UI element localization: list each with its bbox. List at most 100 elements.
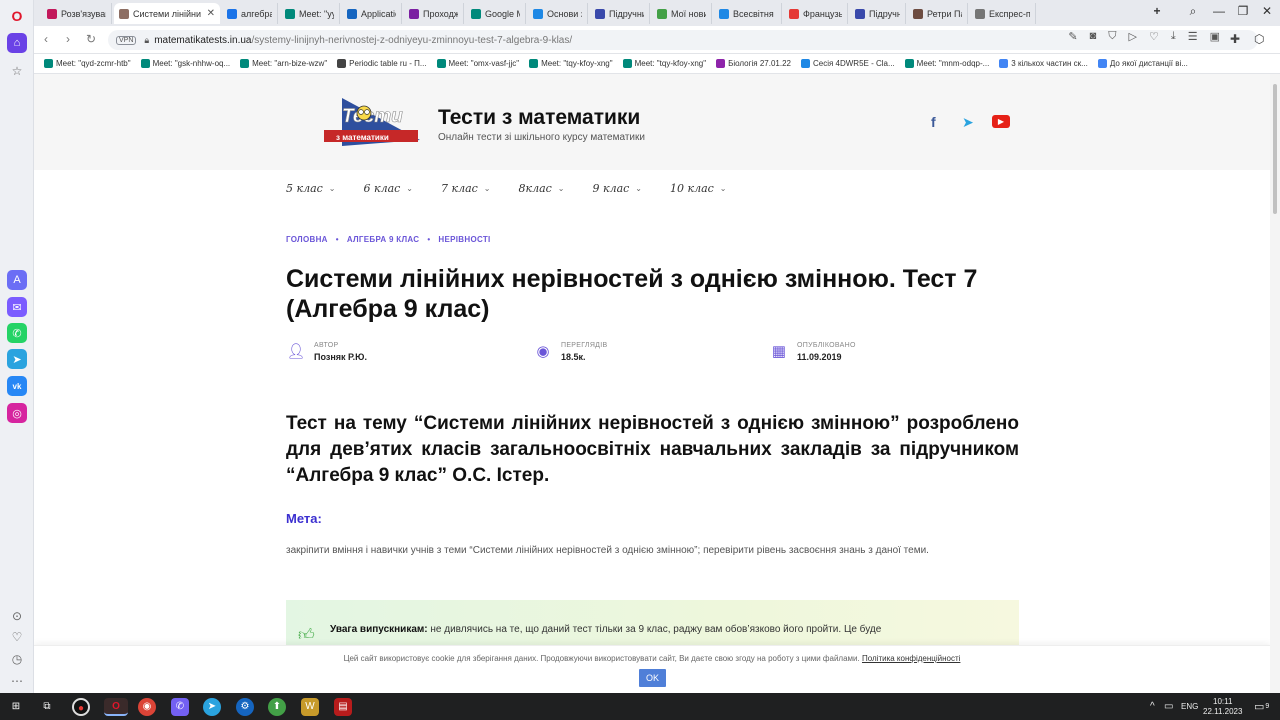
tab[interactable]: Ретри Пал Рі	[908, 3, 968, 24]
bookmark-item[interactable]: Сесія 4DWR5E - Cla...	[800, 59, 895, 68]
tab[interactable]: Application e	[342, 3, 402, 24]
upload-app-icon[interactable]: ⬆	[268, 698, 286, 716]
tab[interactable]: Основи здор	[528, 3, 588, 24]
shield-icon[interactable]: ⛉	[1108, 30, 1116, 43]
lock-icon[interactable]: 🔒︎	[144, 35, 149, 46]
tab-close-icon[interactable]: ✕	[207, 8, 215, 19]
whatsapp-icon[interactable]: ✆	[7, 323, 27, 343]
app-taskbar-icon[interactable]: ⚙	[236, 698, 254, 716]
chrome-icon[interactable]: ◉	[138, 698, 156, 716]
nav-item-grade[interactable]: 8клас ⌄	[519, 182, 565, 195]
forward-icon[interactable]: ›	[66, 32, 70, 46]
tab[interactable]: Мої новини	[652, 3, 712, 24]
tab[interactable]: Підручник Ін	[850, 3, 906, 24]
tab[interactable]: Системи лінійних н ✕	[114, 3, 220, 24]
tab[interactable]: Meet: "yyu-qc	[280, 3, 340, 24]
tab-label: Application e	[361, 8, 396, 19]
telegram-icon[interactable]: ➤	[7, 349, 27, 369]
vpn-badge[interactable]: VPN	[116, 35, 137, 45]
close-window-button[interactable]: ✕	[1256, 4, 1278, 18]
opera-logo-icon[interactable]: O	[9, 8, 25, 24]
download-icon[interactable]: ⤓	[1171, 30, 1176, 43]
network-icon[interactable]: ▭	[1164, 693, 1173, 720]
player-icon[interactable]: ⊙	[9, 608, 25, 624]
word-icon[interactable]: W	[301, 698, 319, 716]
tab-label: Розв'язуванн	[61, 8, 106, 19]
breadcrumb-algebra-9[interactable]: АЛГЕБРА 9 КЛАС	[347, 235, 419, 244]
heart-icon[interactable]: ♡	[1149, 30, 1159, 43]
viber-icon[interactable]: ✆	[171, 698, 189, 716]
site-tagline: Онлайн тести зі шкільного курсу математи…	[438, 132, 645, 143]
bookmark-item[interactable]: Meet: "arn-bize-wzw"	[240, 59, 327, 68]
history-icon[interactable]: ◷	[9, 651, 25, 667]
more-icon[interactable]: ⋯	[9, 673, 25, 689]
extensions-icon[interactable]: ✚	[1230, 32, 1240, 46]
minimize-button[interactable]: —	[1208, 4, 1230, 18]
page-scrollbar[interactable]	[1270, 74, 1280, 693]
bookmark-item[interactable]: Meet: "qyd-zcmr-htb"	[44, 59, 131, 68]
bookmark-item[interactable]: До якої дистанції ві...	[1097, 59, 1188, 68]
nav-item-grade[interactable]: 9 клас ⌄	[593, 182, 643, 195]
privacy-policy-link[interactable]: Політика конфіденційності	[862, 654, 960, 663]
youtube-icon[interactable]: ▶	[992, 115, 1010, 128]
nav-item-grade[interactable]: 10 клас ⌄	[670, 182, 727, 195]
messenger-icon[interactable]: ✉	[7, 297, 27, 317]
nav-item-grade[interactable]: 5 клас ⌄	[286, 182, 336, 195]
bookmark-item[interactable]: Meet: "omx-vasf-jjc"	[436, 59, 519, 68]
heart-icon[interactable]: ♡	[9, 629, 25, 645]
wallet-icon[interactable]: ▣	[1210, 30, 1220, 43]
breadcrumb-home[interactable]: ГОЛОВНА	[286, 235, 328, 244]
maximize-button[interactable]: ❐	[1232, 4, 1254, 18]
telegram-icon[interactable]: ➤	[962, 114, 974, 131]
cookie-ok-button[interactable]: OK	[639, 669, 666, 687]
reload-icon[interactable]: ↻	[86, 32, 96, 46]
language-indicator[interactable]: ENG	[1181, 693, 1198, 720]
notification-icon[interactable]: ▭ 9	[1254, 693, 1269, 720]
bookmark-item[interactable]: 3 кількох частин ск...	[999, 59, 1088, 68]
camera-icon[interactable]: ◙	[1090, 30, 1097, 43]
opera-taskbar-icon[interactable]: O	[104, 698, 128, 716]
tab[interactable]: Всесвітня істо	[714, 3, 782, 24]
edit-icon[interactable]: ✎	[1068, 30, 1077, 43]
aria-icon[interactable]: A	[7, 270, 27, 290]
archive-icon[interactable]: ▤	[334, 698, 352, 716]
vk-icon[interactable]: vk	[7, 376, 27, 396]
search-tabs-icon[interactable]: ⌕	[1182, 4, 1204, 19]
tab[interactable]: Розв'язуванн	[42, 3, 112, 24]
cube-icon[interactable]: ⬡	[1254, 32, 1264, 46]
clock[interactable]: 10:11 22.11.2023	[1203, 693, 1242, 720]
tab-favicon-icon	[855, 8, 865, 19]
screen-recorder-icon[interactable]: ●	[72, 698, 90, 716]
menu-icon[interactable]: ☰	[1188, 30, 1198, 43]
bookmark-item[interactable]: Біологія 27.01.22	[716, 59, 791, 68]
tab[interactable]: Проходження	[404, 3, 464, 24]
nav-item-grade[interactable]: 7 клас ⌄	[441, 182, 491, 195]
tab[interactable]: Google Meet	[466, 3, 526, 24]
bookmark-item[interactable]: Meet: "mnm-odqp-...	[904, 59, 989, 68]
back-icon[interactable]: ‹	[44, 32, 48, 46]
star-icon[interactable]: ☆	[9, 63, 25, 79]
bookmark-item[interactable]: Meet: "tqy-kfoy-xng"	[529, 59, 613, 68]
tab[interactable]: Французька м	[784, 3, 848, 24]
bookmark-item[interactable]: Meet: "tqy-kfoy-xng"	[622, 59, 706, 68]
scroll-thumb[interactable]	[1273, 84, 1277, 214]
instagram-icon[interactable]: ◎	[7, 403, 27, 423]
home-icon[interactable]: ⌂	[7, 33, 27, 53]
facebook-icon[interactable]: f	[931, 114, 936, 130]
tab[interactable]: Експрес-пане	[970, 3, 1036, 24]
tab[interactable]: алгебра9_18	[222, 3, 278, 24]
bookmark-item[interactable]: Periodic table ru - П...	[337, 59, 427, 68]
tab-favicon-icon	[227, 8, 237, 19]
windows-start-icon[interactable]: ⊞	[7, 698, 25, 716]
play-icon[interactable]: ▷	[1129, 30, 1137, 43]
nav-item-grade[interactable]: 6 клас ⌄	[364, 182, 414, 195]
new-tab-button[interactable]: +	[1146, 4, 1168, 18]
bookmark-item[interactable]: Meet: "gsk-nhhw-oq...	[140, 59, 230, 68]
tray-overflow-icon[interactable]: ^	[1150, 693, 1155, 720]
site-logo[interactable]: Тести з математики	[302, 96, 422, 152]
task-view-icon[interactable]: ⧉	[38, 698, 56, 716]
breadcrumb-inequalities[interactable]: НЕРІВНОСТІ	[438, 235, 490, 244]
tab[interactable]: Підручник Ал	[590, 3, 650, 24]
telegram-taskbar-icon[interactable]: ➤	[203, 698, 221, 716]
site-title[interactable]: Тести з математики	[438, 106, 640, 130]
